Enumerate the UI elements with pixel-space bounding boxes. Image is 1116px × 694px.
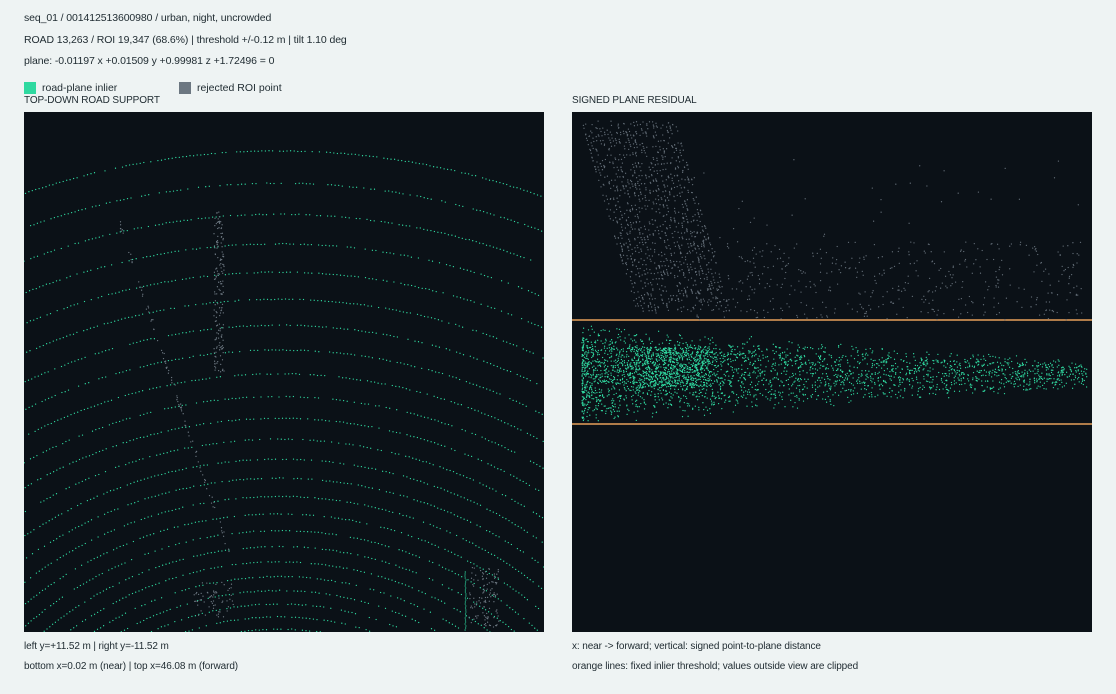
residual-point-cloud xyxy=(572,120,1092,425)
inlier-swatch xyxy=(24,82,36,94)
residual-rejected-points xyxy=(582,120,1083,321)
left-panel-title: TOP-DOWN ROAD SUPPORT xyxy=(24,95,160,106)
inlier-label: road-plane inlier xyxy=(42,82,118,94)
road-inlier-points xyxy=(24,150,544,632)
rejected-roi-points xyxy=(119,211,500,628)
road-stats: ROAD 13,263 / ROI 19,347 (68.6%) | thres… xyxy=(24,34,347,46)
curb-inlier-points xyxy=(464,571,467,631)
left-footer-range-x: bottom x=0.02 m (near) | top x=46.08 m (… xyxy=(24,661,239,672)
rejected-swatch xyxy=(179,82,191,94)
right-footer-axes: x: near -> forward; vertical: signed poi… xyxy=(572,641,821,652)
left-footer-range-y: left y=+11.52 m | right y=-11.52 m xyxy=(24,641,169,652)
legend-inlier: road-plane inlier xyxy=(24,81,117,95)
plane-residual-view xyxy=(572,112,1092,632)
legend-rejected: rejected ROI point xyxy=(179,81,282,95)
plane-equation: plane: -0.01197 x +0.01509 y +0.99981 z … xyxy=(24,55,275,67)
right-panel-title: SIGNED PLANE RESIDUAL xyxy=(572,95,697,106)
rejected-label: rejected ROI point xyxy=(197,82,282,94)
top-down-road-view xyxy=(24,112,544,632)
residual-inlier-points xyxy=(581,325,1088,422)
top-down-point-cloud xyxy=(24,150,544,632)
sequence-info: seq_01 / 001412513600980 / urban, night,… xyxy=(24,12,272,24)
right-footer-threshold: orange lines: fixed inlier threshold; va… xyxy=(572,661,859,672)
